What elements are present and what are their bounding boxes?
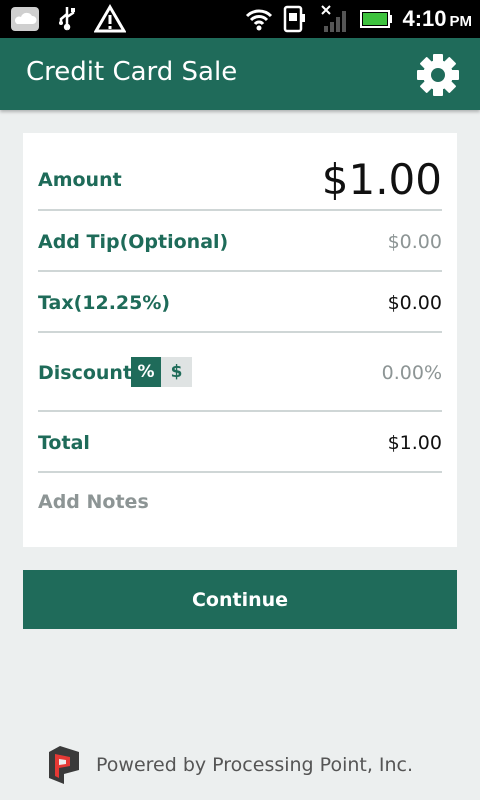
wifi-icon bbox=[244, 4, 274, 34]
tip-row[interactable]: Add Tip(Optional) $0.00 bbox=[38, 211, 442, 272]
total-value: $1.00 bbox=[387, 432, 442, 454]
status-right-icons: 4:10 PM bbox=[244, 4, 472, 34]
amount-row[interactable]: Amount $1.00 bbox=[38, 133, 442, 211]
tax-row: Tax(12.25%) $0.00 bbox=[38, 272, 442, 333]
tax-value: $0.00 bbox=[387, 292, 442, 314]
signal-off-icon bbox=[320, 4, 350, 34]
add-notes-field[interactable]: Add Notes bbox=[38, 491, 149, 513]
warning-icon bbox=[93, 4, 127, 34]
status-time: 4:10 PM bbox=[402, 6, 472, 31]
powered-by-text: Powered by Processing Point, Inc. bbox=[96, 754, 414, 776]
app-header: Credit Card Sale bbox=[0, 38, 480, 110]
discount-label: Discount bbox=[38, 362, 133, 384]
tip-label: Add Tip(Optional) bbox=[38, 231, 229, 253]
processing-point-logo-icon bbox=[46, 744, 82, 786]
page-title: Credit Card Sale bbox=[26, 57, 238, 87]
discount-dollar-button[interactable]: $ bbox=[161, 357, 192, 387]
total-label: Total bbox=[38, 432, 90, 454]
status-bar: 4:10 PM bbox=[0, 0, 480, 38]
discount-percent-button[interactable]: % bbox=[131, 357, 161, 387]
battery-icon bbox=[358, 4, 394, 34]
discount-type-toggle[interactable]: % $ bbox=[131, 357, 192, 387]
tip-value[interactable]: $0.00 bbox=[388, 231, 442, 253]
amount-label: Amount bbox=[38, 169, 122, 191]
gear-icon bbox=[417, 54, 459, 96]
settings-button[interactable] bbox=[416, 53, 460, 97]
sim-icon bbox=[282, 4, 312, 34]
usb-icon bbox=[52, 4, 82, 34]
discount-row[interactable]: Discount % $ 0.00% bbox=[38, 333, 442, 412]
status-left-icons bbox=[10, 4, 127, 34]
continue-button[interactable]: Continue bbox=[23, 570, 457, 629]
discount-value[interactable]: 0.00% bbox=[382, 362, 442, 384]
amount-value[interactable]: $1.00 bbox=[322, 155, 442, 204]
footer: Powered by Processing Point, Inc. bbox=[46, 744, 413, 786]
total-row: Total $1.00 bbox=[38, 412, 442, 473]
tax-label: Tax(12.25%) bbox=[38, 292, 171, 314]
sale-form-card: Amount $1.00 Add Tip(Optional) $0.00 Tax… bbox=[23, 133, 457, 547]
cloud-icon bbox=[10, 4, 40, 34]
